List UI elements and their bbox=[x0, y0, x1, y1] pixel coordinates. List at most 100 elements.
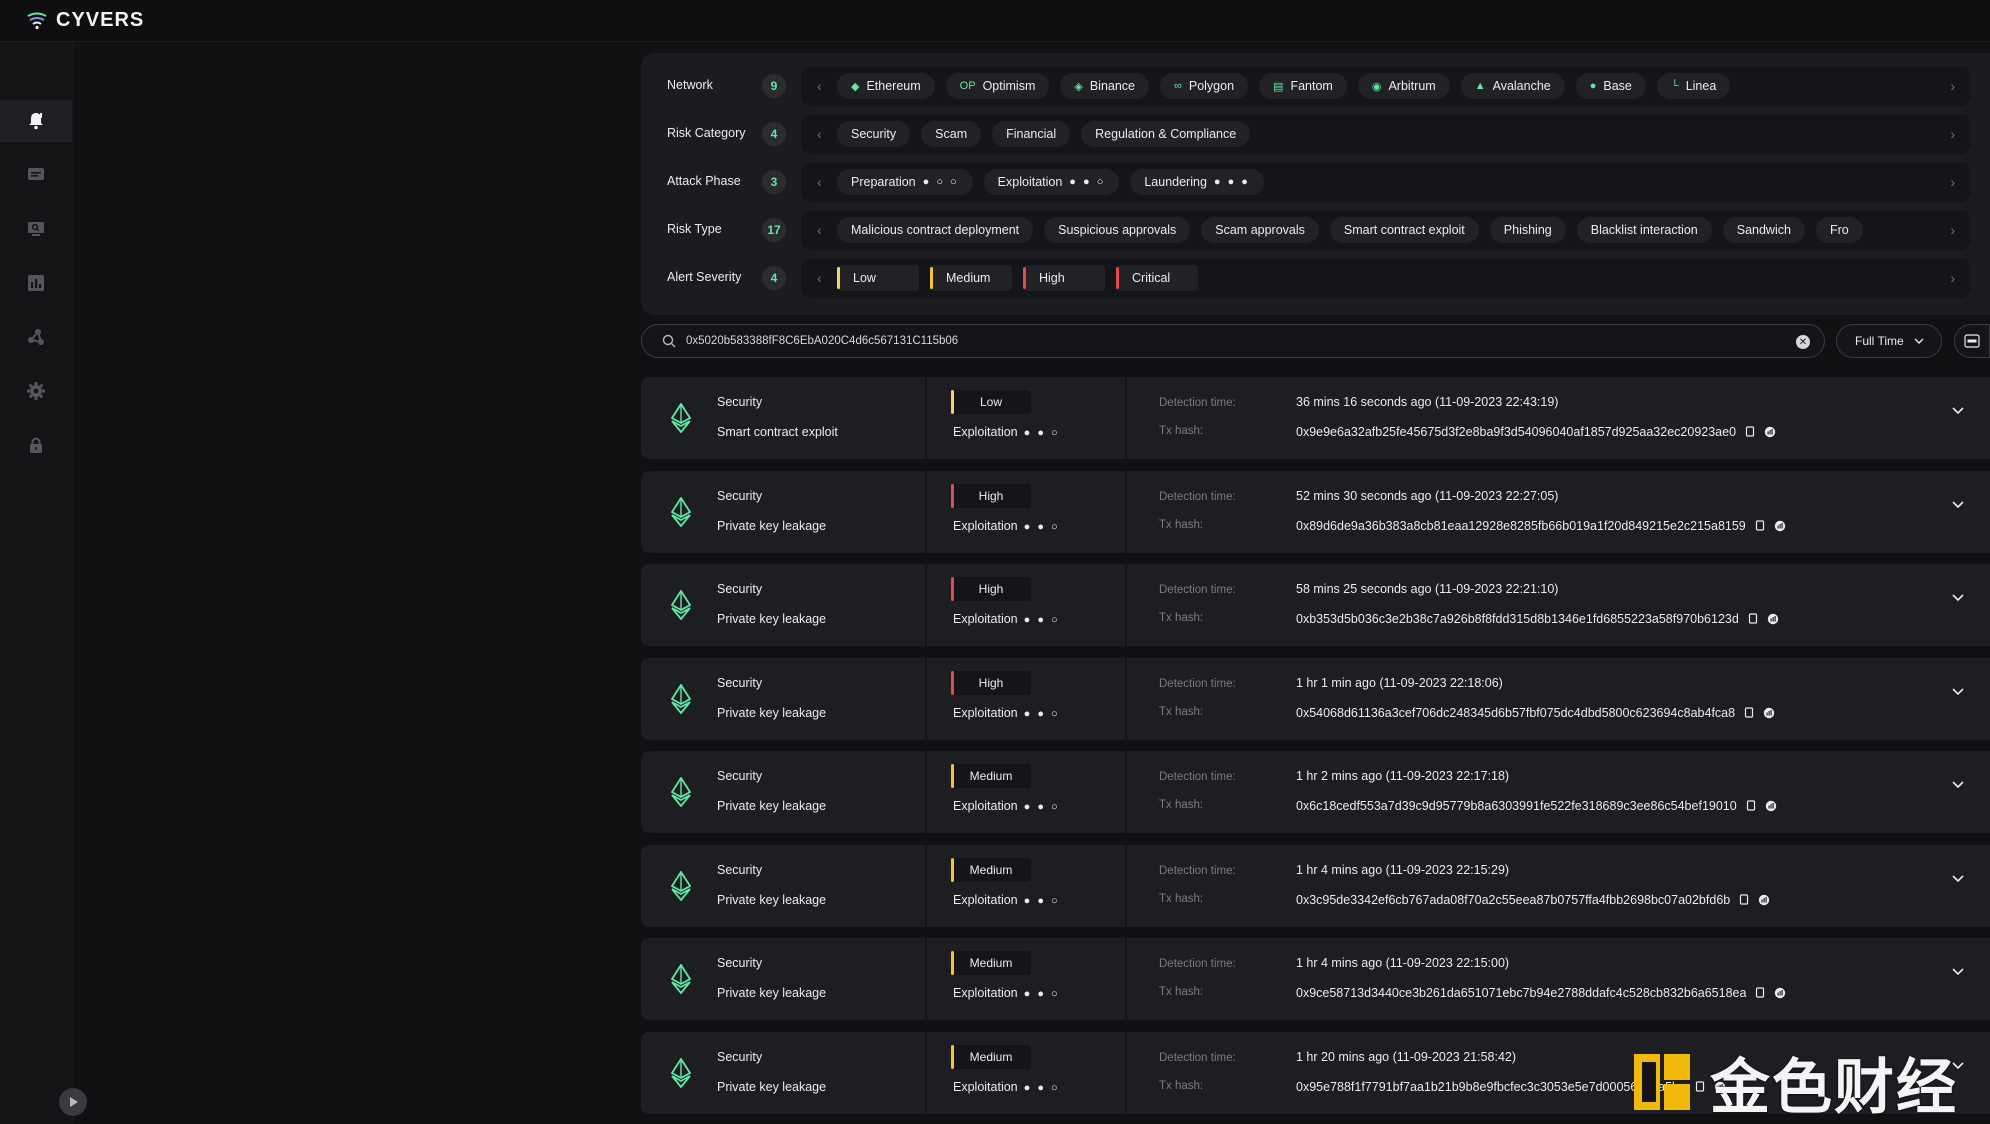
explorer-link-icon[interactable] bbox=[1765, 800, 1777, 812]
chevron-right-icon[interactable]: › bbox=[1950, 126, 1955, 142]
copy-icon[interactable] bbox=[1738, 893, 1750, 906]
filter-count-badge: 9 bbox=[762, 74, 786, 98]
filter-chip[interactable]: ◆ Ethereum bbox=[837, 73, 935, 99]
alert-row[interactable]: Security Private key leakage High Exploitat… bbox=[641, 470, 1990, 553]
copy-icon[interactable] bbox=[1754, 987, 1766, 999]
filter-chip[interactable]: └ Linea bbox=[1656, 73, 1731, 99]
chevron-down-icon[interactable] bbox=[1949, 495, 1967, 513]
explorer-link-icon[interactable] bbox=[1767, 613, 1779, 625]
tx-hash-text[interactable]: 0x89d6de9a36b383a8cb81eaa12928e8285fb66b… bbox=[1296, 519, 1746, 533]
filter-chip[interactable]: Smart contract exploit bbox=[1329, 217, 1479, 243]
tx-hash-text[interactable]: 0xb353d5b036c3e2b38c7a926b8f8fdd315d8b13… bbox=[1296, 612, 1739, 626]
chevron-down-icon[interactable] bbox=[1949, 962, 1967, 980]
filter-chip[interactable]: ∞ Polygon bbox=[1160, 73, 1249, 99]
tx-hash-text[interactable]: 0x9e9e6a32afb25fe45675d3f2e8ba9f3d540960… bbox=[1296, 425, 1736, 439]
filter-chip[interactable]: Preparation ● ○ ○ bbox=[837, 169, 973, 195]
filter-chip[interactable]: High bbox=[1023, 265, 1105, 291]
filter-chip[interactable]: ◉ Arbitrum bbox=[1357, 73, 1450, 99]
sidebar-item-monitor[interactable] bbox=[0, 208, 72, 250]
attack-phase: Exploitation ● ● ○ bbox=[953, 1080, 1060, 1094]
chevron-down-icon[interactable] bbox=[1949, 682, 1967, 700]
chevron-down-icon[interactable] bbox=[1949, 869, 1967, 887]
filter-chip[interactable]: Blacklist interaction bbox=[1576, 217, 1712, 243]
chevron-right-icon[interactable]: › bbox=[1950, 78, 1955, 94]
explorer-link-icon[interactable] bbox=[1763, 707, 1775, 719]
filter-chip[interactable]: ● Base bbox=[1575, 73, 1646, 99]
tx-hash-text[interactable]: 0x54068d61136a3cef706dc248345d6b57fbf075… bbox=[1296, 706, 1735, 720]
copy-icon[interactable] bbox=[1747, 613, 1759, 625]
filter-chip[interactable]: Sandwich bbox=[1722, 217, 1805, 243]
sidebar-item-messages[interactable] bbox=[0, 154, 72, 196]
filter-chip[interactable]: ◈ Binance bbox=[1060, 73, 1150, 99]
filter-chip[interactable]: Low bbox=[837, 265, 919, 291]
filter-chip[interactable]: OP Optimism bbox=[945, 73, 1050, 99]
alert-row[interactable]: Security Private key leakage Medium Exploit… bbox=[641, 844, 1990, 927]
clear-search-icon[interactable]: ✕ bbox=[1796, 335, 1810, 349]
explorer-link-icon[interactable] bbox=[1758, 894, 1770, 906]
chevron-right-icon[interactable]: › bbox=[1950, 174, 1955, 190]
chevron-left-icon[interactable]: ‹ bbox=[817, 222, 822, 238]
filter-chip-label: Critical bbox=[1132, 271, 1171, 285]
chevron-left-icon[interactable]: ‹ bbox=[817, 174, 822, 190]
chevron-left-icon[interactable]: ‹ bbox=[817, 126, 822, 142]
filter-label: Risk Category bbox=[667, 126, 746, 140]
explorer-link-icon[interactable] bbox=[1764, 426, 1776, 438]
csv-export-button[interactable] bbox=[1954, 324, 1990, 358]
gear-icon bbox=[27, 382, 45, 400]
filter-chip-label: Medium bbox=[946, 271, 991, 285]
logo[interactable]: CYVERS bbox=[26, 9, 144, 32]
optimism-icon: OP bbox=[959, 80, 976, 92]
chevron-down-icon[interactable] bbox=[1949, 588, 1967, 606]
filter-chip-label: Blacklist interaction bbox=[1590, 223, 1698, 237]
filter-chip[interactable]: Financial bbox=[992, 121, 1071, 147]
filter-chip[interactable]: Regulation & Compliance bbox=[1081, 121, 1251, 147]
filter-chip[interactable]: Scam bbox=[921, 121, 982, 147]
chevron-down-icon[interactable] bbox=[1949, 775, 1967, 793]
alert-row[interactable]: Security Private key leakage High Exploitat… bbox=[641, 657, 1990, 740]
copy-icon[interactable] bbox=[1745, 800, 1757, 812]
divider bbox=[1125, 564, 1127, 646]
time-filter-select[interactable]: Full Time bbox=[1836, 324, 1942, 358]
alert-row[interactable]: Security Smart contract exploit Low Exploit… bbox=[641, 377, 1990, 459]
filter-chip[interactable]: Scam approvals bbox=[1201, 217, 1319, 243]
chevron-right-icon[interactable]: › bbox=[1950, 270, 1955, 286]
filter-chip[interactable]: Exploitation ● ● ○ bbox=[983, 169, 1120, 195]
chevron-down-icon[interactable] bbox=[1949, 401, 1967, 419]
filter-chip[interactable]: Fro bbox=[1815, 217, 1863, 243]
sidebar-item-network[interactable] bbox=[0, 316, 72, 358]
alert-row[interactable]: Security Private key leakage Medium Exploit… bbox=[641, 938, 1990, 1020]
copy-icon[interactable] bbox=[1743, 706, 1755, 719]
filter-chip[interactable]: ▲ Avalanche bbox=[1460, 73, 1565, 99]
chevron-left-icon[interactable]: ‹ bbox=[817, 270, 822, 286]
chevron-left-icon[interactable]: ‹ bbox=[817, 78, 822, 94]
play-button[interactable] bbox=[59, 1088, 87, 1116]
filter-label: Risk Type bbox=[667, 222, 722, 236]
explorer-link-icon[interactable] bbox=[1774, 520, 1786, 532]
filter-chip[interactable]: Suspicious approvals bbox=[1044, 217, 1191, 243]
filter-count-badge: 4 bbox=[762, 266, 786, 290]
sidebar-item-settings[interactable] bbox=[0, 370, 72, 412]
sidebar-item-security[interactable] bbox=[0, 424, 72, 466]
filter-chip[interactable]: Phishing bbox=[1489, 217, 1566, 243]
filter-chip[interactable]: Security bbox=[837, 121, 911, 147]
sidebar-item-analytics[interactable] bbox=[0, 262, 72, 304]
copy-icon[interactable] bbox=[1744, 426, 1756, 438]
chevron-right-icon[interactable]: › bbox=[1950, 222, 1955, 238]
explorer-link-icon[interactable] bbox=[1774, 987, 1786, 999]
filter-chip[interactable]: Malicious contract deployment bbox=[837, 217, 1034, 243]
alert-row[interactable]: Security Private key leakage Medium Exploit… bbox=[641, 751, 1990, 833]
phase-dots: ● ● ○ bbox=[1023, 614, 1060, 626]
severity-badge: Medium bbox=[951, 857, 1031, 882]
search-input[interactable] bbox=[686, 335, 1766, 347]
copy-icon[interactable] bbox=[1754, 519, 1766, 532]
tx-hash-text[interactable]: 0x6c18cedf553a7d39c9d95779b8a6303991fe52… bbox=[1296, 799, 1737, 813]
filter-chip[interactable]: Laundering ● ● ● bbox=[1130, 169, 1264, 195]
polygon-icon: ∞ bbox=[1174, 80, 1182, 92]
filter-chip[interactable]: Critical bbox=[1116, 265, 1198, 291]
filter-chip[interactable]: Medium bbox=[930, 265, 1012, 291]
alert-row[interactable]: Security Private key leakage High Exploitat… bbox=[641, 564, 1990, 646]
sidebar-item-alerts[interactable] bbox=[0, 100, 72, 142]
tx-hash-text[interactable]: 0x3c95de3342ef6cb767ada08f70a2c55eea87b0… bbox=[1296, 893, 1730, 907]
filter-chip[interactable]: ▤ Fantom bbox=[1259, 73, 1347, 99]
tx-hash-text[interactable]: 0x9ce58713d3440ce3b261da651071ebc7b94e27… bbox=[1296, 986, 1746, 1000]
